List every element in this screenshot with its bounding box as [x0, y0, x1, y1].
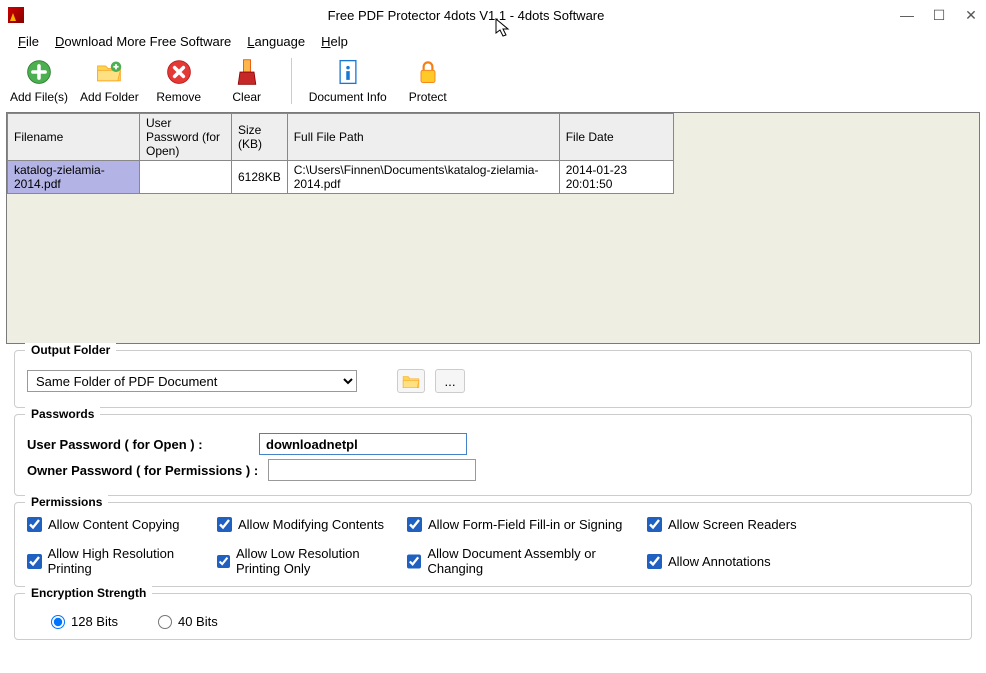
app-icon — [8, 7, 24, 23]
maximize-button[interactable]: ☐ — [932, 8, 946, 22]
cell-filename[interactable]: katalog-zielamia-2014.pdf — [8, 161, 140, 194]
file-grid[interactable]: Filename User Password (for Open) Size (… — [6, 112, 980, 344]
perm-annotations[interactable]: Allow Annotations — [647, 546, 817, 576]
perm-modifying-contents[interactable]: Allow Modifying Contents — [217, 517, 407, 532]
col-file-date[interactable]: File Date — [559, 114, 673, 161]
remove-icon — [165, 58, 193, 86]
add-folder-button[interactable]: Add Folder — [80, 58, 139, 104]
perm-document-assembly[interactable]: Allow Document Assembly or Changing — [407, 546, 647, 576]
col-full-path[interactable]: Full File Path — [287, 114, 559, 161]
document-info-button[interactable]: Document Info — [308, 58, 388, 104]
perm-screen-readers[interactable]: Allow Screen Readers — [647, 517, 817, 532]
col-user-password[interactable]: User Password (for Open) — [140, 114, 232, 161]
menu-language[interactable]: Language — [247, 34, 305, 49]
protect-icon — [414, 58, 442, 86]
browse-dots-button[interactable]: ... — [435, 369, 465, 393]
menu-file[interactable]: File — [18, 34, 39, 49]
output-folder-dropdown[interactable]: Same Folder of PDF Document — [27, 370, 357, 392]
perm-low-res-printing[interactable]: Allow Low Resolution Printing Only — [217, 546, 407, 576]
browse-folder-button[interactable] — [397, 369, 425, 393]
close-button[interactable]: ✕ — [964, 8, 978, 22]
menu-download[interactable]: Download More Free Software — [55, 34, 231, 49]
perm-high-res-printing[interactable]: Allow High Resolution Printing — [27, 546, 217, 576]
owner-password-label: Owner Password ( for Permissions ) : — [27, 463, 258, 478]
folder-icon — [402, 373, 420, 389]
clear-icon — [233, 58, 261, 86]
encryption-40[interactable]: 40 Bits — [158, 614, 218, 629]
cell-file-date[interactable]: 2014-01-23 20:01:50 — [559, 161, 673, 194]
clear-button[interactable]: Clear — [219, 58, 275, 104]
passwords-title: Passwords — [25, 407, 100, 421]
add-files-icon — [25, 58, 53, 86]
col-filename[interactable]: Filename — [8, 114, 140, 161]
minimize-button[interactable]: — — [900, 8, 914, 22]
cell-user-password[interactable] — [140, 161, 232, 194]
user-password-label: User Password ( for Open ) : — [27, 437, 249, 452]
owner-password-input[interactable] — [268, 459, 476, 481]
toolbar-separator — [291, 58, 292, 104]
menu-help[interactable]: Help — [321, 34, 348, 49]
cell-size[interactable]: 6128KB — [232, 161, 288, 194]
document-info-icon — [334, 58, 362, 86]
perm-content-copying[interactable]: Allow Content Copying — [27, 517, 217, 532]
table-row[interactable]: katalog-zielamia-2014.pdf 6128KB C:\User… — [8, 161, 674, 194]
output-folder-title: Output Folder — [25, 343, 116, 357]
permissions-title: Permissions — [25, 495, 108, 509]
cell-full-path[interactable]: C:\Users\Finnen\Documents\katalog-zielam… — [287, 161, 559, 194]
encryption-128[interactable]: 128 Bits — [51, 614, 118, 629]
add-folder-icon — [95, 58, 123, 86]
window-title: Free PDF Protector 4dots V1.1 - 4dots So… — [32, 8, 900, 23]
encryption-title: Encryption Strength — [25, 586, 152, 600]
user-password-input[interactable] — [259, 433, 467, 455]
col-size[interactable]: Size (KB) — [232, 114, 288, 161]
protect-button[interactable]: Protect — [400, 58, 456, 104]
perm-form-field-fillin[interactable]: Allow Form-Field Fill-in or Signing — [407, 517, 647, 532]
add-files-button[interactable]: Add File(s) — [10, 58, 68, 104]
remove-button[interactable]: Remove — [151, 58, 207, 104]
